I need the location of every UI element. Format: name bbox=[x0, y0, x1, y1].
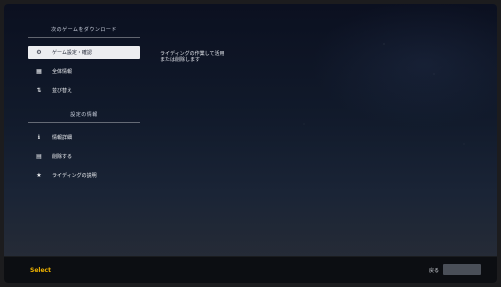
section-divider bbox=[28, 122, 140, 123]
select-hint: Select bbox=[30, 267, 51, 274]
star-icon: ★ bbox=[36, 172, 42, 179]
menu-item-riding-guide[interactable]: ★ ライディングの説明 bbox=[28, 169, 140, 182]
menu-item-overview[interactable]: ▦ 全体情報 bbox=[28, 65, 140, 78]
sort-icon: ⇅ bbox=[36, 87, 42, 94]
back-hint-label: 戻る bbox=[428, 268, 439, 274]
menu-item-label: 並び替え bbox=[52, 88, 73, 94]
menu-item-label: 削除する bbox=[52, 154, 73, 160]
side-menu: 次のゲームをダウンロード ⚙ ゲーム設定・確認 ▦ 全体情報 ⇅ 並び替え 設定… bbox=[28, 26, 148, 188]
info-icon: ℹ bbox=[37, 134, 41, 141]
item-description: ライディングの作業して活用 または削除します bbox=[160, 51, 225, 63]
section-divider bbox=[28, 37, 140, 38]
menu-item-label: ライディングの説明 bbox=[52, 173, 97, 179]
back-button[interactable] bbox=[443, 264, 481, 275]
app-window: 次のゲームをダウンロード ⚙ ゲーム設定・確認 ▦ 全体情報 ⇅ 並び替え 設定… bbox=[4, 4, 497, 283]
delete-icon: ▤ bbox=[36, 153, 42, 160]
gear-icon: ⚙ bbox=[36, 49, 42, 56]
menu-item-delete[interactable]: ▤ 削除する bbox=[28, 150, 140, 163]
menu-item-game-settings[interactable]: ⚙ ゲーム設定・確認 bbox=[28, 46, 140, 59]
grid-icon: ▦ bbox=[36, 68, 42, 75]
menu-item-info-detail[interactable]: ℹ 情報詳細 bbox=[28, 131, 140, 144]
section-title-settings-info: 設定の情報 bbox=[70, 112, 98, 118]
bottom-bar: Select 戻る bbox=[4, 256, 497, 283]
menu-item-label: 全体情報 bbox=[52, 69, 73, 75]
menu-item-label: 情報詳細 bbox=[52, 135, 73, 141]
menu-item-label: ゲーム設定・確認 bbox=[52, 50, 92, 56]
section-title-download: 次のゲームをダウンロード bbox=[51, 27, 117, 33]
menu-item-sort[interactable]: ⇅ 並び替え bbox=[28, 84, 140, 97]
